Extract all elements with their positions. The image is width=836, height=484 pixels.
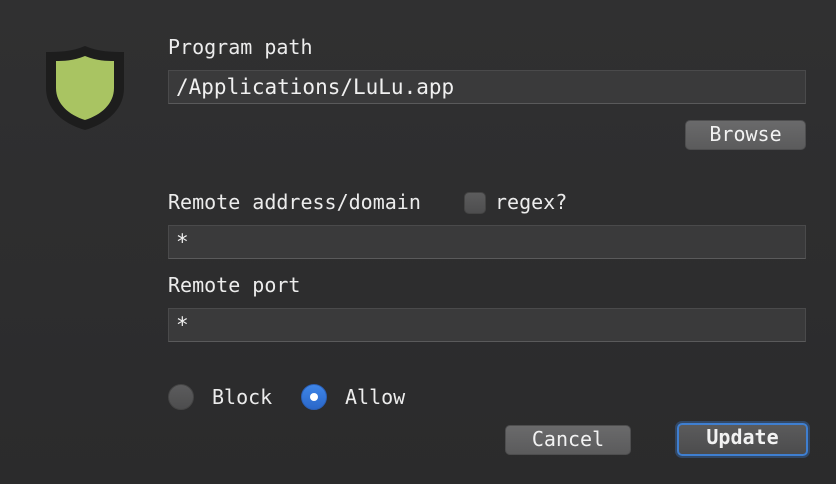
cancel-button[interactable]: Cancel — [505, 425, 631, 455]
allow-radio[interactable] — [301, 384, 327, 410]
regex-checkbox[interactable] — [464, 192, 486, 214]
block-label: Block — [212, 385, 273, 409]
update-button[interactable]: Update — [677, 423, 808, 456]
shield-icon — [46, 46, 124, 130]
radio-selected-dot — [310, 393, 318, 401]
browse-button[interactable]: Browse — [685, 120, 806, 150]
remote-address-label: Remote address/domain — [168, 190, 421, 214]
remote-address-input[interactable] — [168, 225, 806, 259]
program-path-input[interactable] — [168, 70, 806, 104]
remote-port-label: Remote port — [168, 273, 301, 297]
block-radio[interactable] — [168, 384, 194, 410]
remote-port-input[interactable] — [168, 308, 806, 342]
program-path-label: Program path — [168, 35, 313, 59]
rule-editor-window: Program path Browse Remote address/domai… — [0, 0, 836, 484]
allow-label: Allow — [345, 385, 406, 409]
regex-label: regex? — [495, 190, 568, 214]
